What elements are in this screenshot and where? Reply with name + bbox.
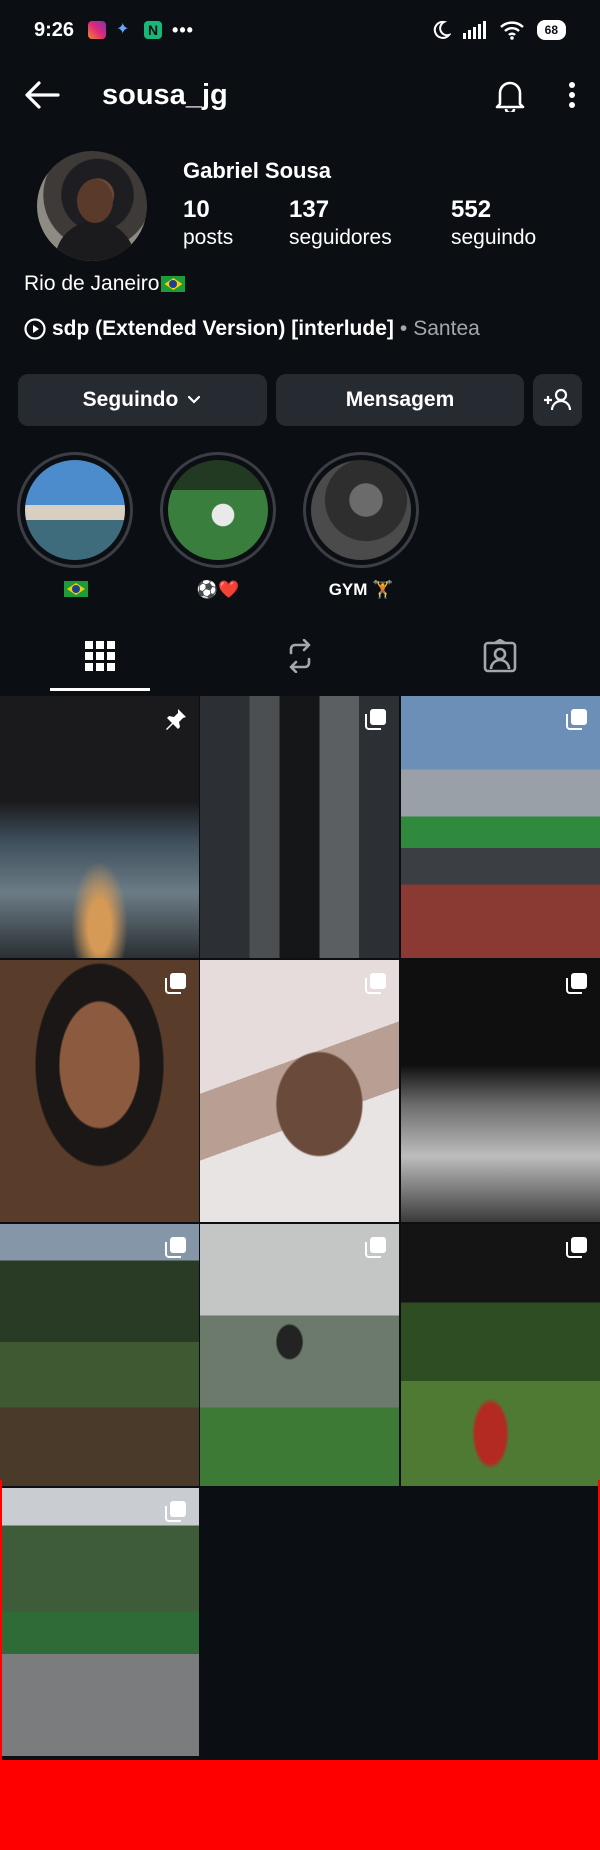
multiple-photos-icon	[165, 973, 186, 994]
repost-icon	[289, 639, 311, 673]
highlight-cover	[168, 460, 268, 560]
screen-edge-left	[0, 1480, 2, 1762]
multiple-photos-icon	[566, 973, 587, 994]
profile-bio: Rio de Janeiro	[24, 272, 186, 296]
avatar-shirt	[55, 221, 135, 261]
music-artist: Santea	[413, 317, 480, 340]
posts-label: posts	[183, 226, 234, 249]
tab-grid[interactable]	[0, 620, 200, 692]
pin-icon	[166, 709, 186, 730]
following-button[interactable]: Seguindo	[18, 374, 267, 426]
instagram-notification-icon	[88, 21, 107, 39]
bio-text: Rio de Janeiro	[24, 272, 160, 295]
post-thumbnail[interactable]	[200, 1224, 399, 1486]
highlight-ring	[160, 452, 276, 568]
battery-indicator: 68	[536, 20, 566, 40]
highlight-cover	[311, 460, 411, 560]
following-count: 552	[451, 196, 492, 223]
post-thumbnail[interactable]	[0, 1488, 199, 1756]
post-thumbnail[interactable]	[401, 1224, 600, 1486]
signal-icon	[462, 21, 486, 39]
story-highlight[interactable]	[17, 452, 133, 600]
highlight-ring	[303, 452, 419, 568]
highlight-label	[17, 580, 133, 600]
multiple-photos-icon	[165, 1237, 186, 1258]
chevron-down-icon	[188, 395, 201, 404]
wifi-icon	[499, 21, 524, 40]
following-label: seguindo	[451, 226, 537, 249]
avatar-head	[77, 179, 113, 223]
grid-icon	[85, 641, 115, 671]
multiple-photos-icon	[365, 709, 386, 730]
suggested-users-button[interactable]	[533, 374, 582, 426]
highlight-label: GYM 🏋	[328, 580, 394, 599]
back-arrow-icon[interactable]	[24, 80, 60, 110]
post-thumbnail[interactable]	[200, 960, 399, 1222]
stat-following[interactable]: 552 seguindo	[451, 196, 536, 252]
story-highlight[interactable]: GYM 🏋	[303, 452, 419, 600]
post-thumbnail[interactable]	[401, 696, 600, 958]
followers-count: 137	[289, 196, 330, 223]
multiple-photos-icon	[365, 973, 386, 994]
active-tab-indicator	[50, 688, 150, 691]
n-app-notification-icon: N	[144, 21, 163, 39]
post-thumbnail[interactable]	[200, 696, 399, 958]
message-button[interactable]: Mensagem	[276, 374, 524, 426]
followers-label: seguidores	[289, 226, 392, 249]
status-time: 9:26	[34, 18, 75, 41]
profile-tabs	[0, 620, 600, 692]
profile-full-name: Gabriel Sousa	[183, 158, 331, 183]
message-button-label: Mensagem	[345, 388, 455, 411]
sparkle-notification-icon: ✦	[116, 21, 130, 38]
multiple-photos-icon	[566, 1237, 587, 1258]
tagged-person-icon	[483, 639, 517, 673]
posts-count: 10	[183, 196, 210, 223]
music-separator: •	[399, 317, 408, 340]
add-person-icon	[543, 388, 571, 411]
tab-tagged[interactable]	[400, 620, 600, 692]
status-icons: 68	[431, 20, 566, 40]
more-options-icon[interactable]	[568, 81, 576, 109]
music-song-title: sdp (Extended Version) [interlude]	[52, 317, 394, 340]
post-thumbnail[interactable]	[0, 1224, 199, 1486]
profile-music[interactable]: sdp (Extended Version) [interlude] • San…	[24, 317, 480, 341]
highlight-cover	[25, 460, 125, 560]
multiple-photos-icon	[165, 1501, 186, 1522]
brazil-flag-icon	[161, 276, 186, 292]
header-username: sousa_jg	[102, 78, 228, 111]
multiple-photos-icon	[365, 1237, 386, 1258]
profile-header: sousa_jg	[0, 70, 600, 120]
post-thumbnail[interactable]	[401, 960, 600, 1222]
highlight-ring	[17, 452, 133, 568]
highlight-label: ⚽❤️	[196, 580, 240, 599]
stat-followers[interactable]: 137 seguidores	[289, 196, 392, 252]
tab-reels[interactable]	[200, 620, 400, 692]
story-highlight[interactable]: ⚽❤️	[160, 452, 276, 600]
brazil-flag-icon	[64, 581, 88, 597]
moon-icon	[433, 20, 451, 39]
play-circle-icon	[24, 318, 46, 340]
more-notifications-icon: •••	[172, 19, 194, 40]
post-thumbnail[interactable]	[0, 696, 199, 958]
stat-posts[interactable]: 10 posts	[183, 196, 233, 252]
status-bar: 9:26 ✦ N ••• 68	[0, 0, 600, 60]
bell-icon[interactable]	[494, 78, 526, 112]
post-thumbnail[interactable]	[0, 960, 199, 1222]
following-button-label: Seguindo	[82, 388, 179, 411]
multiple-photos-icon	[566, 709, 587, 730]
profile-avatar[interactable]	[34, 148, 150, 264]
bottom-red-bar	[0, 1760, 600, 1850]
